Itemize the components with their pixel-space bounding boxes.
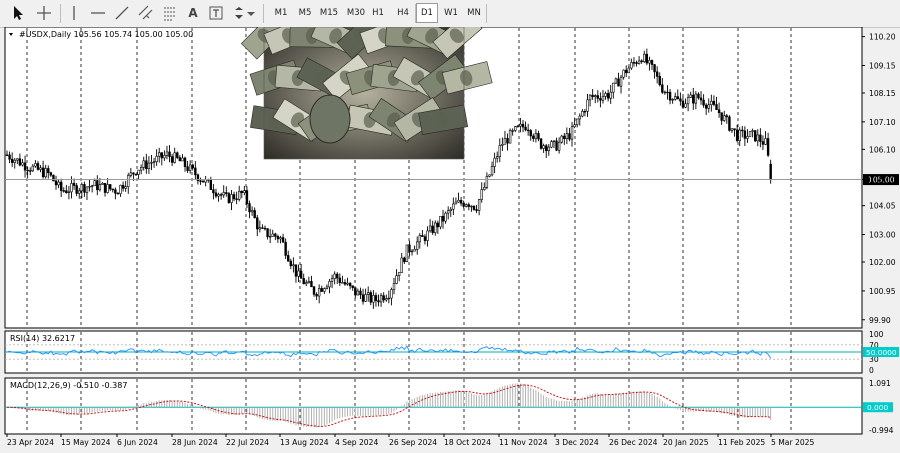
timeframe-m1-button[interactable]: M1 [270, 3, 292, 23]
timeframe-w1-button[interactable]: W1 [440, 3, 462, 23]
toolbar: A M1 M5 M15 M30 H1 H4 D1 W1 MN [0, 0, 900, 28]
rsi-label: RSI(14) 32.6217 [10, 334, 75, 343]
x-tick-label: 3 Dec 2024 [555, 438, 599, 447]
x-tick-label: 6 Jun 2024 [117, 438, 158, 447]
macd-label: MACD(12,26,9) -0.510 -0.387 [10, 381, 127, 390]
y-tick-label: 109.15 [869, 61, 896, 70]
x-tick-label: 11 Feb 2025 [718, 438, 765, 447]
x-tick-label: 13 Aug 2024 [280, 438, 329, 447]
y-tick-label: 107.10 [869, 118, 896, 127]
x-tick-label: 20 Jan 2025 [663, 438, 709, 447]
timeframe-m30-button[interactable]: M30 [343, 3, 369, 23]
channel-tool-icon[interactable] [135, 3, 157, 23]
y-tick-label: 104.05 [869, 202, 896, 211]
x-tick-label: 22 Jul 2024 [226, 438, 269, 447]
x-tick-label: 15 May 2024 [61, 438, 111, 447]
rsi-tick-label: 100 [869, 330, 884, 339]
timeframe-d1-button[interactable]: D1 [416, 3, 438, 23]
x-tick-label: 11 Nov 2024 [499, 438, 548, 447]
candle [728, 115, 731, 132]
timeframe-h4-button[interactable]: H4 [392, 3, 414, 23]
rsi-value-tag-label: 50.0000 [866, 348, 897, 357]
symbol-ohlc-header: #USDX,Daily 105.56 105.74 105.00 105.00 [19, 30, 193, 39]
candle [227, 191, 231, 204]
timeframe-mn-button[interactable]: MN [463, 3, 485, 23]
y-tick-label: 103.00 [869, 231, 896, 240]
us-dollar-banknotes-photo [240, 27, 493, 160]
vertical-line-tool-icon[interactable] [63, 3, 85, 23]
rsi-tick-label: 0 [869, 366, 874, 375]
text-tool-icon[interactable]: A [183, 3, 203, 23]
candle [560, 134, 563, 144]
horizontal-line-tool-icon[interactable] [87, 3, 109, 23]
y-tick-label: 110.20 [869, 33, 896, 42]
candle [508, 128, 512, 144]
x-tick-label: 28 Jun 2024 [172, 438, 218, 447]
y-tick-label: 108.15 [869, 89, 896, 98]
candle [52, 174, 55, 182]
trendline-tool-icon[interactable] [111, 3, 133, 23]
x-tick-label: 18 Oct 2024 [444, 438, 491, 447]
candle [405, 244, 409, 263]
timeframe-h1-button[interactable]: H1 [367, 3, 389, 23]
x-tick-label: 23 Apr 2024 [7, 438, 54, 447]
cursor-tool-icon[interactable] [7, 3, 29, 23]
macd-value-tag-label: 0.000 [867, 403, 888, 412]
chart-area[interactable]: 105.00 110.20109.15108.15107.10106.10105… [0, 27, 900, 453]
text-label-tool-icon[interactable] [206, 3, 226, 23]
y-tick-label: 105.00 [869, 176, 896, 185]
y-tick-label: 102.00 [869, 258, 896, 267]
macd-panel-frame [4, 377, 863, 435]
candle [753, 130, 757, 143]
fibonacci-tool-icon[interactable] [159, 3, 181, 23]
candle [201, 180, 205, 183]
y-tick-label: 100.95 [869, 287, 896, 296]
arrows-tool-icon[interactable] [231, 3, 257, 23]
candle [539, 137, 543, 150]
x-tick-label: 4 Sep 2024 [335, 438, 378, 447]
timeframe-m15-button[interactable]: M15 [318, 3, 340, 23]
crosshair-tool-icon[interactable] [32, 3, 56, 23]
y-tick-label: 99.90 [869, 316, 891, 325]
x-tick-label: 26 Sep 2024 [389, 438, 437, 447]
candle [748, 131, 752, 137]
timeframe-m5-button[interactable]: M5 [294, 3, 316, 23]
macd-tick-label: 1.091 [869, 379, 891, 388]
x-tick-label: 26 Dec 2024 [609, 438, 658, 447]
y-tick-label: 106.10 [869, 145, 896, 154]
macd-tick-label: -0.994 [869, 426, 894, 435]
x-tick-label: 5 Mar 2025 [771, 438, 814, 447]
